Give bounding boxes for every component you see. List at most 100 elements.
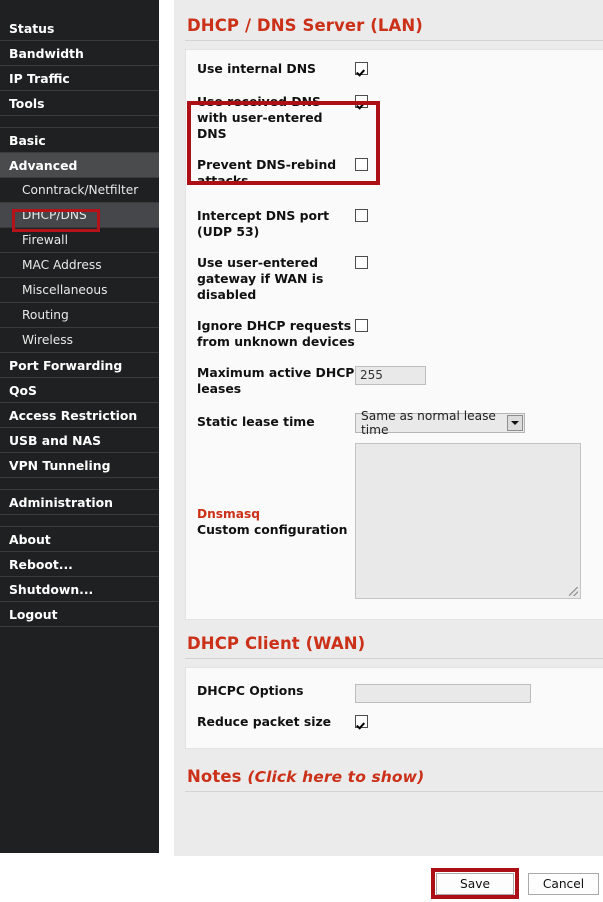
prevent-dns-rebind-checkbox[interactable] [355, 158, 368, 171]
sidebar-group-gap-2 [0, 478, 159, 490]
sidebar-item-qos[interactable]: QoS [0, 378, 159, 403]
sidebar-item-reboot[interactable]: Reboot... [0, 552, 159, 577]
use-internal-dns-checkbox[interactable] [355, 62, 368, 75]
row-label: Use received DNS with user-entered DNS [197, 94, 323, 141]
sidebar-item-label: Wireless [22, 333, 73, 347]
sidebar-item-advanced[interactable]: Advanced [0, 153, 159, 178]
row-control [355, 60, 603, 79]
sidebar-item-miscellaneous[interactable]: Miscellaneous [0, 278, 159, 303]
lan-settings-panel: Use internal DNS Use received DNS with u… [185, 49, 603, 620]
sidebar-item-wireless[interactable]: Wireless [0, 328, 159, 353]
sidebar-item-dhcp-dns[interactable]: DHCP/DNS [0, 203, 159, 228]
sidebar-item-tools[interactable]: Tools [0, 91, 159, 116]
static-lease-time-select[interactable]: Same as normal lease time [355, 409, 525, 437]
sidebar-item-label: Routing [22, 308, 69, 322]
notes-subtitle: (Click here to show) [247, 767, 425, 786]
row-control [355, 254, 603, 273]
row-label: Intercept DNS port (UDP 53) [197, 208, 330, 239]
sidebar-item-label: Firewall [22, 233, 68, 247]
sidebar-item-label: MAC Address [22, 258, 102, 272]
ignore-dhcp-requests-checkbox[interactable] [355, 319, 368, 332]
notes-title: Notes [187, 766, 242, 786]
intercept-dns-port-checkbox[interactable] [355, 209, 368, 222]
sidebar-item-about[interactable]: About [0, 527, 159, 552]
row-control [355, 364, 603, 385]
sidebar-item-administration[interactable]: Administration [0, 490, 159, 515]
sidebar-item-label: QoS [9, 383, 37, 398]
sidebar-item-label: Status [9, 21, 55, 36]
row-static-lease-time: Static lease time Same as normal lease t… [186, 409, 603, 437]
sidebar-item-label: Administration [9, 495, 113, 510]
sidebar-item-bandwidth[interactable]: Bandwidth [0, 41, 159, 66]
sidebar-item-label: Bandwidth [9, 46, 84, 61]
row-dhcpc-options: DHCPC Options [186, 682, 603, 703]
chevron-down-icon[interactable] [507, 415, 523, 431]
sidebar-group-gap-1 [0, 116, 159, 128]
sidebar-item-label: Port Forwarding [9, 358, 123, 373]
dhcpc-options-input[interactable] [355, 683, 531, 703]
sidebar-item-vpn-tunneling[interactable]: VPN Tunneling [0, 453, 159, 478]
row-control [355, 93, 603, 112]
sidebar-item-shutdown[interactable]: Shutdown... [0, 577, 159, 602]
sidebar-item-usb-and-nas[interactable]: USB and NAS [0, 428, 159, 453]
sidebar-item-label: DHCP/DNS [22, 208, 87, 222]
row-control [355, 207, 603, 226]
sidebar-item-access-restriction[interactable]: Access Restriction [0, 403, 159, 428]
sidebar-item-logout[interactable]: Logout [0, 602, 159, 627]
sidebar-item-ip-traffic[interactable]: IP Traffic [0, 66, 159, 91]
sidebar-nav: Status Bandwidth IP Traffic Tools Basic … [0, 0, 159, 853]
row-dnsmasq-custom-config: Dnsmasq Custom configuration [186, 443, 603, 599]
section-rule-lan [185, 40, 603, 41]
row-label: Ignore DHCP requests from unknown device… [197, 318, 355, 349]
section-title-notes[interactable]: Notes (Click here to show) [174, 749, 603, 791]
row-label: Reduce packet size [197, 713, 332, 729]
row-ignore-dhcp-requests: Ignore DHCP requests from unknown device… [186, 317, 603, 350]
router-admin-page: Status Bandwidth IP Traffic Tools Basic … [0, 0, 603, 902]
main-content: DHCP / DNS Server (LAN) Use internal DNS… [174, 0, 603, 856]
max-dhcp-leases-input[interactable] [355, 365, 426, 385]
row-control [355, 682, 603, 703]
row-control [355, 713, 603, 732]
section-rule-wan [185, 658, 603, 659]
save-button[interactable]: Save [436, 873, 514, 895]
sidebar-item-basic[interactable]: Basic [0, 128, 159, 153]
user-entered-gateway-checkbox[interactable] [355, 256, 368, 269]
section-title-wan: DHCP Client (WAN) [187, 634, 366, 653]
row-use-internal-dns: Use internal DNS [186, 60, 603, 79]
dnsmasq-custom-config-textarea[interactable] [355, 443, 581, 599]
sidebar-item-label: Basic [9, 133, 46, 148]
sidebar-top-spacer [0, 0, 159, 16]
sidebar-item-label: Shutdown... [9, 582, 94, 597]
notes-body [174, 791, 603, 830]
row-reduce-packet-size: Reduce packet size [186, 713, 603, 732]
sidebar-item-routing[interactable]: Routing [0, 303, 159, 328]
sidebar-item-label: USB and NAS [9, 433, 101, 448]
sidebar-item-label: Conntrack/Netfilter [22, 183, 139, 197]
sidebar-item-label: Access Restriction [9, 408, 138, 423]
sidebar-item-label: Logout [9, 607, 58, 622]
row-user-entered-gateway: Use user-entered gateway if WAN is disab… [186, 254, 603, 303]
row-control [355, 443, 603, 599]
row-control: Same as normal lease time [355, 409, 603, 437]
sidebar-item-label: About [9, 532, 51, 547]
static-lease-time-value: Same as normal lease time [361, 409, 496, 437]
sidebar-item-firewall[interactable]: Firewall [0, 228, 159, 253]
sidebar-item-port-forwarding[interactable]: Port Forwarding [0, 353, 159, 378]
sidebar-item-mac-address[interactable]: MAC Address [0, 253, 159, 278]
sidebar-item-label: Tools [9, 96, 45, 111]
row-label: Use internal DNS [197, 61, 316, 76]
use-received-dns-checkbox[interactable] [355, 95, 368, 108]
sidebar-item-status[interactable]: Status [0, 16, 159, 41]
sidebar-item-label: Reboot... [9, 557, 73, 572]
row-control [355, 317, 603, 336]
footer-actions: Save Cancel [174, 856, 603, 902]
section-title-lan: DHCP / DNS Server (LAN) [187, 16, 423, 35]
resize-grip-icon[interactable] [569, 587, 578, 596]
cancel-button[interactable]: Cancel [528, 873, 599, 895]
sidebar-group-gap-3 [0, 515, 159, 527]
row-label: DHCPC Options [197, 683, 304, 698]
sidebar-item-conntrack-netfilter[interactable]: Conntrack/Netfilter [0, 178, 159, 203]
custom-configuration-label: Custom configuration [197, 521, 348, 537]
reduce-packet-size-checkbox[interactable] [355, 714, 368, 728]
sidebar-item-label: Advanced [9, 158, 78, 173]
